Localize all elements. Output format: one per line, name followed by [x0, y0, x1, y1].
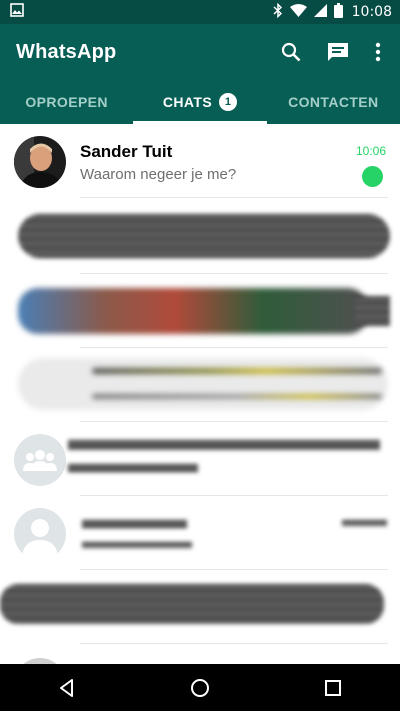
new-chat-icon[interactable] — [326, 40, 350, 64]
system-nav-bar — [0, 664, 400, 711]
search-icon[interactable] — [279, 40, 303, 64]
chat-row-redacted[interactable] — [0, 348, 400, 422]
redacted-content — [92, 394, 382, 399]
redacted-content — [82, 520, 187, 528]
tab-label: OPROEPEN — [25, 94, 108, 110]
chat-row-redacted[interactable] — [0, 496, 400, 570]
default-avatar-icon[interactable] — [14, 508, 66, 560]
wifi-icon — [289, 4, 307, 20]
chat-row-sander-tuit[interactable]: Sander Tuit Waarom negeer je me? 10:06 — [0, 124, 400, 198]
chat-row-redacted[interactable] — [0, 422, 400, 496]
image-icon — [10, 2, 24, 22]
battery-icon — [333, 3, 343, 21]
tab-chats[interactable]: CHATS 1 — [133, 80, 267, 124]
back-icon[interactable] — [47, 668, 87, 708]
redacted-content — [342, 520, 387, 526]
app-bar: WhatsApp OPROEPEN CHATS 1 CONTACTEN — [0, 24, 400, 124]
chat-name: Sander Tuit — [80, 142, 173, 161]
home-icon[interactable] — [180, 668, 220, 708]
tab-label: CONTACTEN — [288, 94, 379, 110]
redacted-content — [18, 214, 390, 258]
chat-last-message: Waarom negeer je me? — [80, 166, 237, 183]
tab-bar: OPROEPEN CHATS 1 CONTACTEN — [0, 80, 400, 124]
redacted-content — [18, 358, 388, 410]
chat-list: Sander Tuit Waarom negeer je me? 10:06 — [0, 124, 400, 664]
redacted-content — [82, 542, 192, 548]
unread-indicator — [362, 166, 383, 187]
redacted-content — [68, 464, 198, 472]
redacted-content — [355, 296, 390, 326]
status-bar: 10:08 — [0, 0, 400, 24]
signal-icon — [313, 4, 327, 20]
divider — [80, 197, 388, 198]
tab-contacten[interactable]: CONTACTEN — [267, 80, 400, 124]
avatar[interactable] — [14, 136, 66, 188]
tab-label: CHATS — [162, 94, 213, 110]
tab-oproepen[interactable]: OPROEPEN — [0, 80, 133, 124]
app-title: WhatsApp — [16, 41, 117, 63]
redacted-content — [18, 288, 368, 334]
clock: 10:08 — [351, 4, 392, 20]
redacted-content — [92, 368, 382, 374]
group-avatar-icon[interactable] — [14, 434, 66, 486]
recents-icon[interactable] — [313, 668, 353, 708]
redacted-content — [0, 584, 384, 624]
bluetooth-icon — [273, 2, 283, 21]
chat-row-redacted[interactable] — [0, 570, 400, 644]
chat-row-redacted[interactable] — [0, 274, 400, 348]
chat-time: 10:06 — [355, 144, 386, 158]
more-options-icon[interactable] — [366, 40, 390, 64]
chat-row-redacted[interactable] — [0, 200, 400, 274]
redacted-content — [68, 440, 380, 450]
unread-count-badge: 1 — [219, 93, 238, 111]
chat-row-partial[interactable] — [0, 644, 400, 664]
